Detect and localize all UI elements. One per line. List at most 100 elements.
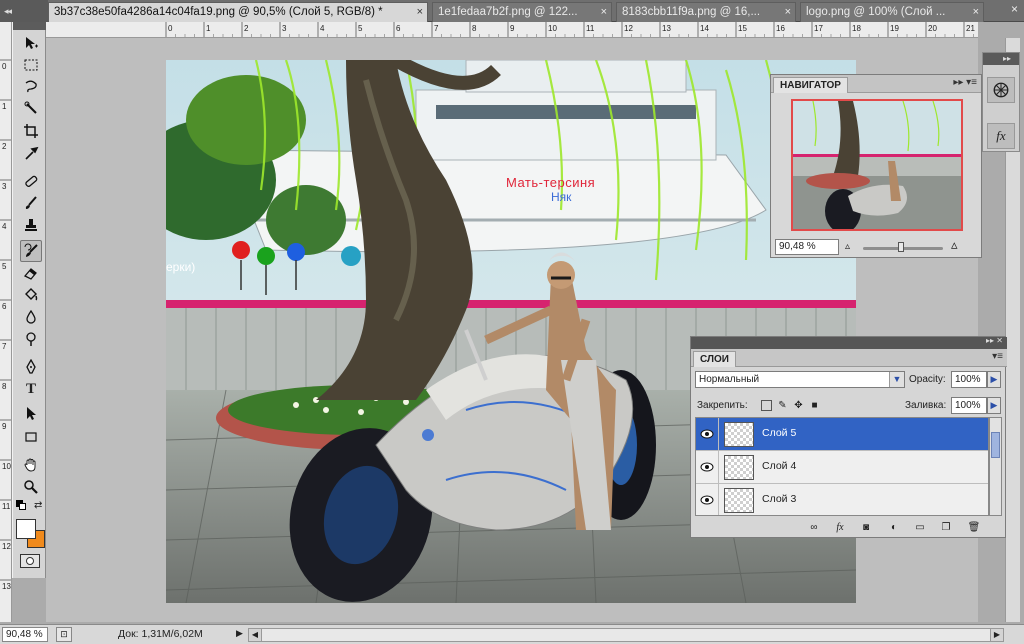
history-brush-icon[interactable]: [20, 240, 42, 262]
document-close-icon[interactable]: ×: [1011, 2, 1018, 16]
dodge-icon[interactable]: [20, 328, 42, 350]
fill-slider-icon[interactable]: ▶: [987, 397, 1001, 414]
brush-icon[interactable]: [20, 192, 42, 214]
eraser-icon[interactable]: [20, 262, 42, 284]
new-layer-icon[interactable]: ❐: [939, 521, 953, 534]
link-layers-icon[interactable]: ∞: [807, 521, 821, 534]
new-group-icon[interactable]: ▭: [913, 521, 927, 534]
navigator-zoom-slider-handle[interactable]: [898, 242, 904, 252]
adjustment-layer-icon[interactable]: ◐: [887, 521, 901, 534]
ruler-horizontal-ticks: 0 1 2 3 4 5 6 7 8 9 10 11 12 13 14 15 16 17 18 19 20 21: [165, 22, 975, 37]
layer-thumbnail: [724, 488, 754, 513]
tab-close-icon[interactable]: ×: [973, 3, 979, 22]
zoom-out-icon[interactable]: ▵: [845, 241, 850, 252]
hand-icon[interactable]: [20, 454, 42, 476]
delete-layer-icon[interactable]: 🗑: [967, 521, 981, 534]
opacity-input[interactable]: 100%: [951, 371, 987, 388]
marquee-icon[interactable]: [20, 54, 42, 76]
type-icon[interactable]: T: [20, 378, 42, 400]
tab-scroll-arrows[interactable]: ◂◂: [0, 0, 48, 22]
canvas-side-text: ерки): [166, 260, 196, 274]
document-tab[interactable]: logo.png @ 100% (Слой ... ×: [800, 2, 984, 22]
ruler-label: 3: [2, 182, 7, 191]
layer-list: Слой 5 Слой 4 Слой 3: [695, 417, 989, 516]
tab-close-icon[interactable]: ×: [785, 3, 791, 22]
panel-menu-icon[interactable]: ▸▸ ▾≡: [953, 77, 977, 88]
quick-select-icon[interactable]: [20, 98, 42, 120]
zoom-icon[interactable]: [20, 476, 42, 498]
opacity-slider-icon[interactable]: ▶: [987, 371, 1001, 388]
ruler-horizontal[interactable]: 0 1 2 3 4 5 6 7 8 9 10 11 12 13 14 15 16 17 18 19 20 21: [46, 22, 978, 38]
ruler-vertical-ticks: 012345678910111213: [0, 59, 11, 591]
layers-tab[interactable]: СЛОИ: [693, 351, 736, 367]
swap-colors-icon[interactable]: ⇄: [34, 500, 42, 511]
lock-position-icon[interactable]: ✥: [793, 400, 804, 411]
lasso-icon[interactable]: [20, 76, 42, 98]
status-bar: 90,48 % ⊡ Док: 1,31M/6,02M ▶ ◀ ▶: [0, 624, 1024, 644]
move-icon[interactable]: [20, 32, 42, 54]
default-colors-icon[interactable]: [16, 500, 26, 510]
visibility-eye-icon[interactable]: [700, 428, 714, 440]
document-tab[interactable]: 8183cbb11f9a.png @ 16,... ×: [616, 2, 796, 22]
ruler-label: 20: [928, 24, 937, 33]
visibility-eye-icon[interactable]: [700, 461, 714, 473]
tab-title: 8183cbb11f9a.png @ 16,...: [622, 6, 761, 18]
layer-style-icon[interactable]: fx: [833, 521, 847, 534]
eyedropper-icon[interactable]: [20, 142, 42, 164]
shape-icon[interactable]: [20, 426, 42, 448]
layer-row[interactable]: Слой 5: [696, 418, 988, 451]
panel-collapse-icon[interactable]: ▸▸ ✕: [986, 336, 1003, 345]
stamp-icon[interactable]: [20, 214, 42, 236]
lock-transparent-icon[interactable]: [761, 400, 772, 411]
layer-row[interactable]: Слой 3: [696, 484, 988, 515]
add-mask-icon[interactable]: ◙: [859, 521, 873, 534]
photoshop-window: ◂◂ 3b37c38e50fa4286a14c04fa19.png @ 90,5…: [0, 0, 1024, 644]
toolbox-grip[interactable]: [13, 22, 46, 30]
healing-icon[interactable]: [20, 170, 42, 192]
dock-expand-icon[interactable]: ▸▸: [983, 53, 1019, 65]
tab-close-icon[interactable]: ×: [417, 3, 423, 22]
zoom-level-input[interactable]: 90,48 %: [2, 627, 48, 642]
layer-row[interactable]: Слой 4: [696, 451, 988, 484]
panel-menu-icon[interactable]: ▾≡: [992, 351, 1003, 362]
layers-header: СЛОИ ▾≡: [691, 349, 1007, 367]
quick-mask-icon[interactable]: [20, 554, 40, 568]
navigator-tab[interactable]: НАВИГАТОР: [773, 77, 848, 93]
bucket-icon[interactable]: [20, 284, 42, 306]
scroll-right-icon[interactable]: ▶: [990, 629, 1003, 641]
ruler-label: 8: [2, 382, 7, 391]
document-tab[interactable]: 1e1fedaa7b2f.png @ 122... ×: [432, 2, 612, 22]
ruler-label: 0: [168, 24, 173, 33]
foreground-color-swatch[interactable]: [16, 519, 36, 539]
path-select-icon[interactable]: [20, 402, 42, 424]
ruler-label: 2: [2, 142, 7, 151]
lock-image-icon[interactable]: ✎: [777, 400, 788, 411]
layer-list-scrollbar[interactable]: [989, 417, 1002, 516]
blur-icon[interactable]: [20, 306, 42, 328]
navigator-panel-icon[interactable]: [987, 77, 1015, 103]
status-menu-arrow-icon[interactable]: ▶: [236, 628, 243, 639]
navigator-zoom-input[interactable]: 90,48 %: [775, 239, 839, 255]
ruler-label: 1: [206, 24, 211, 33]
visibility-eye-icon[interactable]: [700, 494, 714, 506]
layers-panel-grip[interactable]: ▸▸ ✕: [691, 336, 1007, 349]
styles-panel-icon[interactable]: fx: [987, 123, 1015, 149]
ruler-label: 11: [586, 24, 595, 33]
scrollbar-thumb[interactable]: [991, 432, 1000, 458]
navigator-preview[interactable]: [791, 99, 963, 231]
status-info-icon[interactable]: ⊡: [56, 627, 72, 642]
horizontal-scrollbar[interactable]: ◀ ▶: [248, 628, 1004, 642]
ruler-label: 15: [738, 24, 747, 33]
zoom-in-icon[interactable]: ▵: [951, 237, 958, 253]
ruler-label: 11: [2, 502, 11, 511]
ruler-label: 6: [2, 302, 7, 311]
fill-input[interactable]: 100%: [951, 397, 987, 414]
ruler-vertical[interactable]: 0 1 2 3 4 5 6 7 8 9 10 11 12 13: [0, 22, 12, 622]
crop-icon[interactable]: [20, 120, 42, 142]
lock-all-icon[interactable]: ■: [809, 400, 820, 411]
scroll-left-icon[interactable]: ◀: [249, 629, 262, 641]
blend-mode-select[interactable]: Нормальный ▼: [695, 371, 905, 388]
tab-close-icon[interactable]: ×: [601, 3, 607, 22]
document-tab-active[interactable]: 3b37c38e50fa4286a14c04fa19.png @ 90,5% (…: [48, 2, 428, 22]
pen-icon[interactable]: [20, 356, 42, 378]
